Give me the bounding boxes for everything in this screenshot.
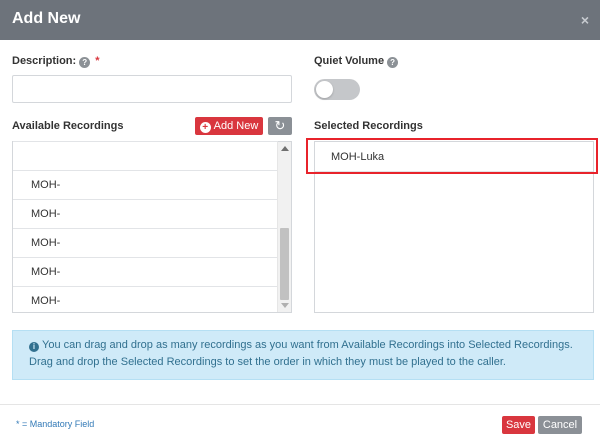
mandatory-field-note: * = Mandatory Field [16, 419, 95, 429]
add-new-label: Add New [213, 120, 259, 132]
list-item[interactable]: MOH- [13, 199, 278, 228]
scroll-down-icon[interactable] [281, 303, 289, 308]
refresh-icon: ↻ [274, 118, 286, 133]
toggle-knob [316, 81, 333, 98]
plus-circle-icon: + [199, 122, 211, 133]
list-item[interactable]: MOH- [13, 286, 278, 315]
list-item[interactable]: MOH- [13, 257, 278, 286]
footer-divider [0, 404, 600, 405]
quiet-volume-label-row: Quiet Volume? [314, 55, 399, 68]
modal-title: Add New [12, 10, 81, 27]
list-item[interactable] [13, 141, 278, 170]
available-recordings-list[interactable]: MOH- MOH- MOH- MOH- MOH- [12, 141, 292, 313]
info-alert: i You can drag and drop as many recording… [12, 330, 594, 380]
list-item[interactable]: MOH-Luka [315, 142, 593, 172]
refresh-button[interactable]: ↻ [268, 117, 292, 135]
list-item[interactable]: MOH- [13, 170, 278, 199]
description-input[interactable] [12, 75, 292, 103]
available-list-viewport: MOH- MOH- MOH- MOH- MOH- [13, 141, 278, 315]
save-button[interactable]: Save [502, 416, 535, 434]
list-item[interactable]: MOH- [13, 228, 278, 257]
cancel-button[interactable]: Cancel [538, 416, 582, 434]
selected-recordings-list[interactable]: MOH-Luka [314, 141, 594, 313]
description-label-row: Description:? * [12, 55, 99, 68]
quiet-volume-label: Quiet Volume [314, 55, 385, 67]
quiet-volume-toggle[interactable] [314, 79, 360, 100]
question-circle-icon[interactable]: ? [79, 57, 91, 68]
info-circle-icon: i [29, 342, 39, 352]
scroll-up-icon[interactable] [281, 146, 289, 151]
selected-recordings-label: Selected Recordings [314, 120, 423, 132]
scrollbar-thumb[interactable] [280, 228, 289, 300]
info-text: You can drag and drop as many recordings… [29, 339, 573, 368]
description-label: Description: [12, 55, 77, 67]
scrollbar[interactable] [277, 142, 291, 312]
add-new-modal: Add New × Description:? * Quiet Volume? A… [0, 0, 600, 443]
add-new-recording-button[interactable]: + Add New [195, 117, 263, 135]
close-icon[interactable]: × [578, 13, 592, 27]
question-circle-icon[interactable]: ? [387, 57, 399, 68]
required-marker: * [95, 55, 100, 67]
available-recordings-label: Available Recordings [12, 120, 124, 132]
modal-header: Add New × [0, 0, 600, 40]
